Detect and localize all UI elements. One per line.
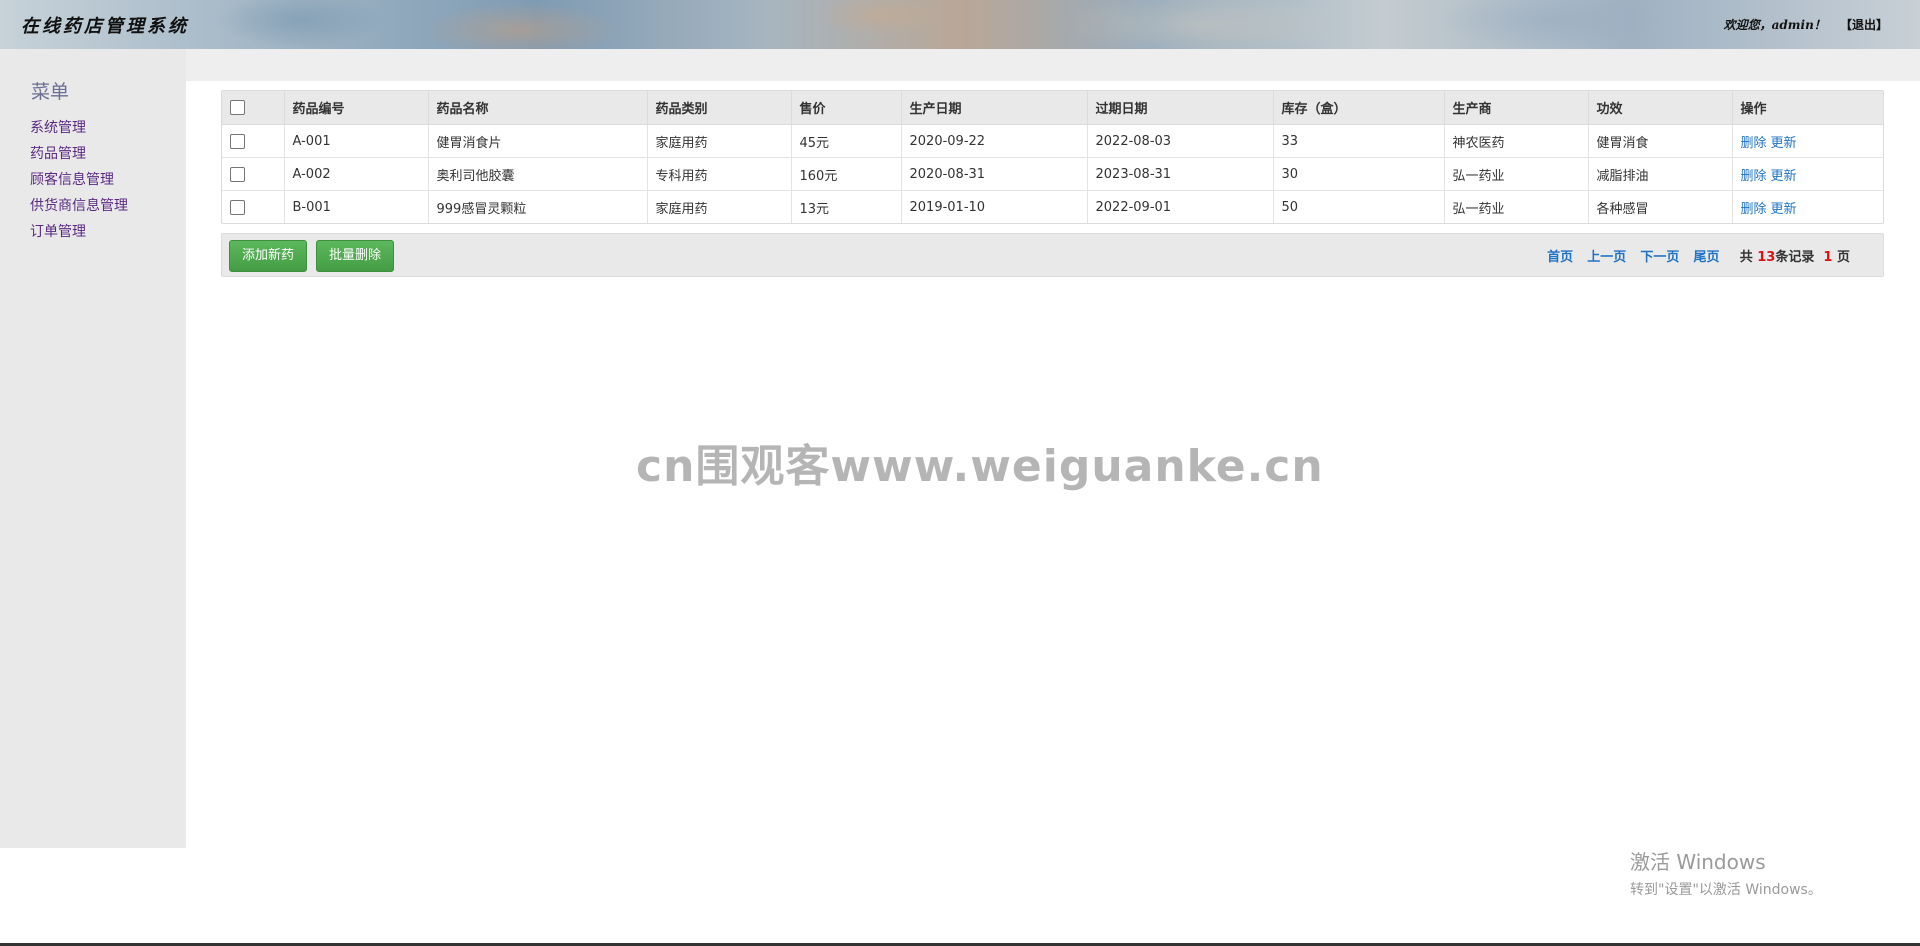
- pagination: 首页 上一页 下一页 尾页 共 13条记录 1 页: [1537, 246, 1850, 265]
- table-row: A-002 奥利司他胶囊 专科用药 160元 2020-08-31 2023-0…: [222, 157, 1883, 191]
- cell-mfg-date: 2020-09-22: [901, 124, 1088, 158]
- row-select-cell: [222, 124, 285, 158]
- cell-maker: 弘一药业: [1444, 157, 1589, 191]
- cell-price: 13元: [791, 190, 902, 223]
- cell-stock: 33: [1273, 124, 1445, 158]
- total-records: 13: [1757, 250, 1776, 265]
- app-title: 在线药店管理系统: [21, 16, 189, 37]
- welcome-text: 欢迎您，admin！: [1723, 18, 1826, 32]
- add-medicine-button[interactable]: 添加新药: [229, 240, 308, 272]
- sidebar-item-system[interactable]: 系统管理: [30, 115, 128, 141]
- pages-suffix: 页: [1836, 250, 1850, 265]
- cell-effect: 减脂排油: [1588, 157, 1733, 191]
- batch-delete-button[interactable]: 批量删除: [316, 240, 395, 272]
- select-all-cell: [222, 91, 285, 125]
- cell-name: 奥利司他胶囊: [428, 157, 648, 191]
- cell-stock: 50: [1273, 190, 1445, 223]
- menu-title: 菜单: [31, 81, 70, 103]
- cell-category: 家庭用药: [647, 190, 792, 223]
- table-toolbar: 添加新药 批量删除 首页 上一页 下一页 尾页 共 13条记录 1 页: [221, 233, 1884, 277]
- menu-list: 系统管理 药品管理 顾客信息管理 供货商信息管理 订单管理: [30, 115, 128, 245]
- record-summary: 共 13条记录 1 页: [1740, 250, 1850, 265]
- cell-stock: 30: [1273, 157, 1445, 191]
- update-link[interactable]: 更新: [1771, 169, 1797, 184]
- cell-exp-date: 2022-08-03: [1087, 124, 1274, 158]
- cell-actions: 删除 更新: [1732, 191, 1883, 224]
- col-header-category: 药品类别: [647, 91, 792, 125]
- header-banner: 在线药店管理系统 欢迎您，admin！ 【退出】: [0, 0, 1920, 49]
- col-header-actions: 操作: [1732, 91, 1883, 125]
- total-prefix: 共: [1739, 250, 1753, 265]
- sidebar-item-medicine[interactable]: 药品管理: [30, 141, 128, 167]
- cell-exp-date: 2022-09-01: [1087, 190, 1274, 223]
- medicine-table-wrap: 药品编号 药品名称 药品类别 售价 生产日期 过期日期 库存（盒） 生产商 功效…: [221, 90, 1884, 224]
- row-checkbox[interactable]: [230, 166, 245, 182]
- cell-category: 家庭用药: [647, 124, 792, 158]
- sidebar-item-order[interactable]: 订单管理: [30, 219, 128, 245]
- table-row: A-001 健胃消食片 家庭用药 45元 2020-09-22 2022-08-…: [222, 124, 1883, 158]
- delete-link[interactable]: 删除: [1741, 202, 1767, 217]
- cell-category: 专科用药: [647, 157, 792, 191]
- user-area: 欢迎您，admin！ 【退出】: [1724, 16, 1888, 33]
- site-watermark: cn围观客www.weiguanke.cn: [636, 441, 1324, 492]
- cell-effect: 健胃消食: [1588, 124, 1733, 158]
- sidebar-item-supplier[interactable]: 供货商信息管理: [30, 193, 128, 219]
- row-checkbox[interactable]: [230, 199, 245, 215]
- table-header-row: 药品编号 药品名称 药品类别 售价 生产日期 过期日期 库存（盒） 生产商 功效…: [222, 91, 1883, 125]
- col-header-name: 药品名称: [428, 91, 648, 125]
- update-link[interactable]: 更新: [1771, 202, 1797, 217]
- records-suffix: 条记录: [1775, 250, 1815, 265]
- col-header-maker: 生产商: [1444, 91, 1589, 125]
- sidebar-item-customer[interactable]: 顾客信息管理: [30, 167, 128, 193]
- sidebar: 菜单 系统管理 药品管理 顾客信息管理 供货商信息管理 订单管理: [0, 49, 186, 848]
- col-header-exp-date: 过期日期: [1087, 91, 1274, 125]
- last-page-link[interactable]: 尾页: [1694, 250, 1720, 265]
- prev-page-link[interactable]: 上一页: [1587, 250, 1626, 265]
- first-page-link[interactable]: 首页: [1547, 250, 1573, 265]
- medicine-table: 药品编号 药品名称 药品类别 售价 生产日期 过期日期 库存（盒） 生产商 功效…: [222, 91, 1883, 223]
- delete-link[interactable]: 删除: [1741, 169, 1767, 184]
- col-header-price: 售价: [791, 91, 902, 125]
- col-header-effect: 功效: [1588, 91, 1733, 125]
- table-row: B-001 999感冒灵颗粒 家庭用药 13元 2019-01-10 2022-…: [222, 190, 1883, 224]
- cell-name: 999感冒灵颗粒: [428, 190, 648, 223]
- row-select-cell: [222, 157, 285, 191]
- update-link[interactable]: 更新: [1771, 136, 1797, 151]
- row-select-cell: [222, 190, 285, 223]
- col-header-mfg-date: 生产日期: [901, 91, 1088, 125]
- next-page-link[interactable]: 下一页: [1640, 250, 1679, 265]
- cell-price: 160元: [791, 157, 902, 191]
- cell-price: 45元: [791, 124, 902, 158]
- cell-name: 健胃消食片: [428, 124, 648, 158]
- cell-id: A-001: [284, 124, 429, 158]
- cell-id: B-001: [284, 190, 429, 223]
- windows-activation-notice: 激活 Windows 转到"设置"以激活 Windows。: [1630, 846, 1822, 899]
- activation-title: 激活 Windows: [1630, 850, 1766, 874]
- logout-link[interactable]: 【退出】: [1840, 18, 1888, 32]
- total-pages: 1: [1823, 250, 1833, 265]
- select-all-checkbox[interactable]: [230, 100, 245, 115]
- cell-actions: 删除 更新: [1732, 157, 1883, 191]
- activation-hint: 转到"设置"以激活 Windows。: [1630, 882, 1822, 898]
- cell-effect: 各种感冒: [1588, 190, 1733, 223]
- row-checkbox[interactable]: [230, 133, 245, 149]
- cell-exp-date: 2023-08-31: [1087, 157, 1274, 191]
- col-header-stock: 库存（盒）: [1273, 91, 1445, 125]
- col-header-id: 药品编号: [284, 91, 429, 125]
- cell-maker: 弘一药业: [1444, 190, 1589, 223]
- cell-maker: 神农医药: [1444, 124, 1589, 158]
- cell-id: A-002: [284, 157, 429, 191]
- cell-mfg-date: 2020-08-31: [901, 157, 1088, 191]
- header-band: [0, 49, 1920, 81]
- cell-actions: 删除 更新: [1732, 124, 1883, 158]
- cell-mfg-date: 2019-01-10: [901, 190, 1088, 223]
- delete-link[interactable]: 删除: [1741, 136, 1767, 151]
